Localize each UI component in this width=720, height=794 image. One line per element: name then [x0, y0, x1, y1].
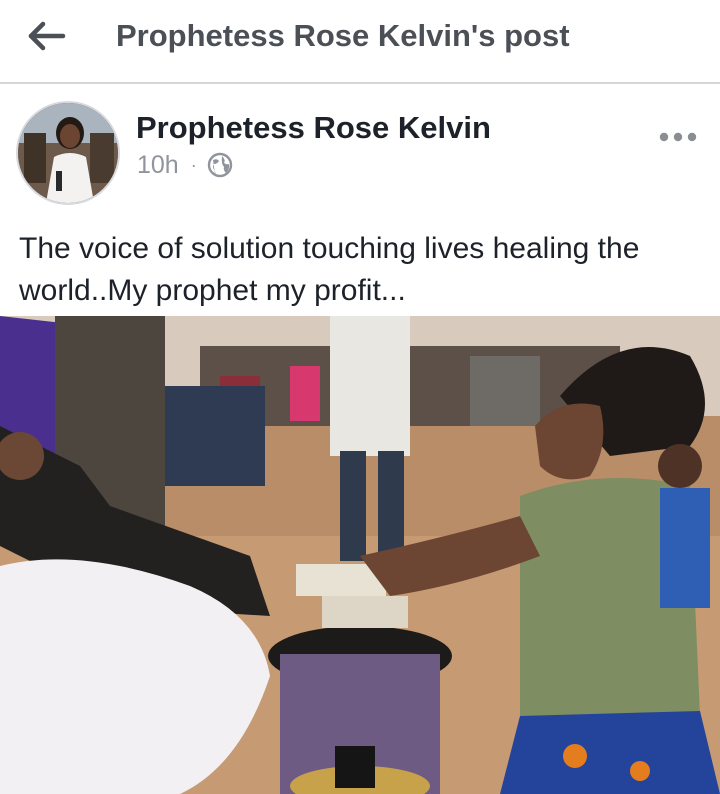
avatar[interactable] [16, 101, 120, 205]
more-options-button[interactable] [650, 114, 706, 160]
post-timestamp[interactable]: 10h [137, 151, 179, 180]
more-horizontal-icon [659, 132, 697, 142]
top-bar: Prophetess Rose Kelvin's post [0, 0, 720, 84]
post-text: The voice of solution touching lives hea… [19, 232, 640, 307]
back-button[interactable] [22, 14, 72, 58]
post-photo-scene [0, 316, 720, 794]
post-photo[interactable] [0, 316, 720, 794]
post-meta: 10h · [137, 150, 233, 180]
post-header: Prophetess Rose Kelvin 10h · [0, 86, 720, 216]
meta-separator: · [190, 154, 197, 175]
avatar-photo [18, 103, 118, 203]
page-title: Prophetess Rose Kelvin's post [116, 18, 570, 53]
author-name[interactable]: Prophetess Rose Kelvin [136, 110, 491, 146]
arrow-left-icon [28, 21, 66, 51]
globe-icon [207, 152, 232, 178]
